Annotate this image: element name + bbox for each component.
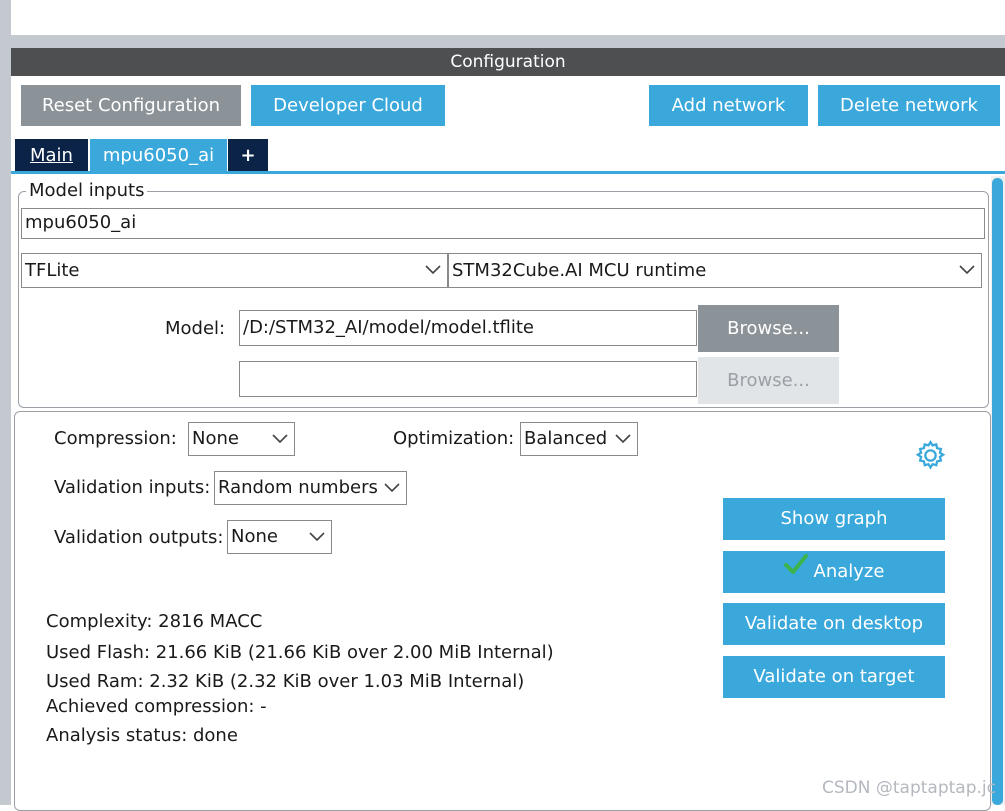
runtime-select[interactable]: STM32Cube.AI MCU runtime [448,253,982,288]
model-path-input[interactable]: /D:/STM32_AI/model/model.tflite [239,310,697,346]
window-frame-left [0,0,11,805]
delete-network-button[interactable]: Delete network [818,85,1000,126]
complexity-text: Complexity: 2816 MACC [46,611,263,632]
secondary-path-input[interactable] [239,361,697,397]
achieved-compression-text: Achieved compression: - [46,696,267,717]
gear-icon[interactable] [914,439,947,472]
watermark: CSDN @taptaptap.jc [822,778,996,798]
analysis-status-text: Analysis status: done [46,725,238,746]
browse-model-button[interactable]: Browse... [698,305,839,352]
validate-on-target-button[interactable]: Validate on target [723,656,945,698]
browse-secondary-button: Browse... [698,357,839,404]
developer-cloud-button[interactable]: Developer Cloud [251,85,445,126]
used-ram-text: Used Ram: 2.32 KiB (2.32 KiB over 1.03 M… [46,671,525,692]
analyze-button[interactable]: Analyze [723,551,945,593]
validation-inputs-value: Random numbers [218,477,378,498]
compression-select-value: None [192,428,239,449]
chevron-down-icon [425,265,441,275]
validation-outputs-label: Validation outputs: [54,527,224,548]
chevron-down-icon [384,483,400,493]
validation-inputs-select[interactable]: Random numbers [214,471,407,505]
add-tab-button[interactable]: + [228,139,268,171]
runtime-select-value: STM32Cube.AI MCU runtime [452,260,707,281]
framework-select[interactable]: TFLite [21,253,448,288]
chevron-down-icon [309,532,325,542]
optimization-label: Optimization: [393,428,515,449]
validation-outputs-value: None [231,526,278,547]
chevron-down-icon [615,434,631,444]
validation-outputs-select[interactable]: None [227,520,332,554]
analyze-button-label: Analyze [813,561,885,582]
tab-mpu6050-ai[interactable]: mpu6050_ai [90,139,227,171]
show-graph-button[interactable]: Show graph [723,498,945,540]
add-network-button[interactable]: Add network [649,85,808,126]
validate-on-desktop-button[interactable]: Validate on desktop [723,603,945,645]
check-icon [783,549,808,591]
chevron-down-icon [959,265,975,275]
model-path-label: Model: [165,318,226,339]
chevron-down-icon [272,434,288,444]
compression-label: Compression: [54,428,177,449]
optimization-select[interactable]: Balanced [520,422,638,456]
compression-select[interactable]: None [188,422,295,456]
validation-inputs-label: Validation inputs: [54,477,211,498]
window-frame-top [11,35,1005,48]
tab-main[interactable]: Main [15,139,88,171]
used-flash-text: Used Flash: 21.66 KiB (21.66 KiB over 2.… [46,642,554,663]
model-inputs-legend: Model inputs [26,181,148,201]
tab-underline [11,171,1005,174]
model-name-input[interactable]: mpu6050_ai [21,208,985,239]
framework-select-value: TFLite [25,260,80,281]
scrollbar-thumb[interactable] [992,178,1003,805]
reset-configuration-button[interactable]: Reset Configuration [21,85,241,126]
optimization-select-value: Balanced [524,428,608,449]
config-title-bar: Configuration [11,48,1005,76]
